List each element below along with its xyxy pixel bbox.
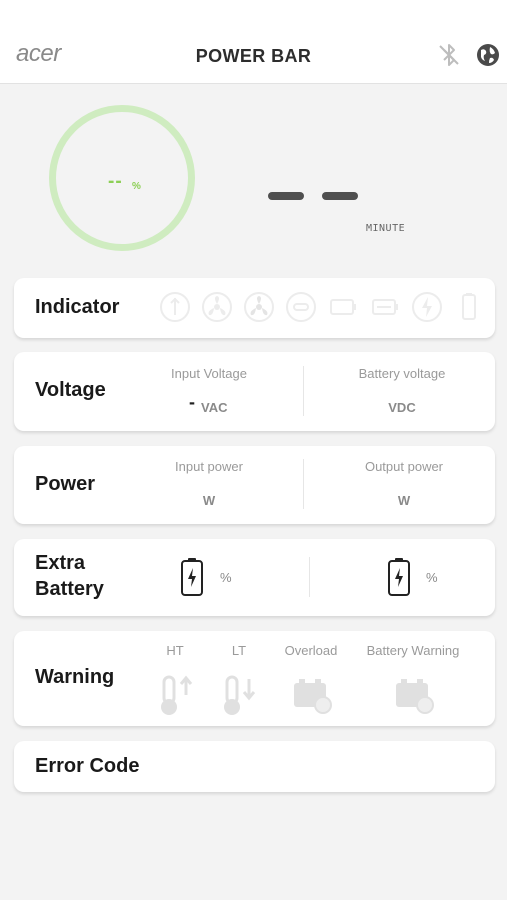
usb-c-icon xyxy=(286,292,316,322)
extra-battery-card: Extra Battery % % xyxy=(14,539,495,616)
fan-icon xyxy=(202,292,232,322)
cell-icon xyxy=(462,293,476,320)
warning-card: Warning HT LT Overload Battery Warning xyxy=(14,631,495,726)
battery2-percent-unit: % xyxy=(426,570,438,585)
usb-a-icon xyxy=(160,292,190,322)
battery-alt-icon xyxy=(372,299,398,315)
overload-label: Overload xyxy=(284,643,338,658)
overload-icon xyxy=(294,679,332,714)
voltage-card: Voltage Input Voltage - VAC Battery volt… xyxy=(14,352,495,431)
battery-voltage-unit: VDC xyxy=(388,400,416,415)
voltage-title: Voltage xyxy=(35,379,106,401)
error-code-card: Error Code xyxy=(14,741,495,792)
indicator-title: Indicator xyxy=(35,296,120,318)
power-divider xyxy=(303,459,304,509)
battery-warning-icon xyxy=(396,679,434,714)
output-power-unit: W xyxy=(397,493,411,508)
indicator-card: Indicator xyxy=(14,278,495,338)
globe-icon[interactable] xyxy=(475,42,501,68)
voltage-divider xyxy=(303,366,304,416)
battery-icon xyxy=(330,299,356,315)
extra-battery-title-line1: Extra xyxy=(35,552,86,574)
extra-battery-title-line2: Battery xyxy=(35,578,104,600)
battery1-percent-unit: % xyxy=(220,570,232,585)
warning-title: Warning xyxy=(35,666,115,688)
battery-percent-unit: % xyxy=(132,181,141,192)
app-header: acer POWER BAR xyxy=(0,0,507,84)
indicator-icons xyxy=(159,291,485,323)
battery-charging-icon xyxy=(181,558,203,596)
low-temperature-icon xyxy=(224,675,256,715)
battery-voltage-label: Battery voltage xyxy=(358,366,446,381)
minute-label: MINUTE xyxy=(366,223,406,234)
input-voltage-value: - xyxy=(189,392,195,412)
battery-charging-icon-2 xyxy=(388,558,410,596)
time-digit-2 xyxy=(322,192,358,200)
charge-icon xyxy=(412,292,442,322)
output-power-label: Output power xyxy=(364,459,444,474)
battery-percent-value: -- xyxy=(108,171,123,192)
battery-warning-label: Battery Warning xyxy=(366,643,460,658)
time-digit-1 xyxy=(268,192,304,200)
input-voltage-label: Input Voltage xyxy=(171,366,247,381)
input-voltage-unit: VAC xyxy=(201,400,228,415)
error-code-title: Error Code xyxy=(35,755,140,777)
ht-label: HT xyxy=(166,643,184,658)
fan-alt-icon xyxy=(244,292,274,322)
extra-battery-divider xyxy=(309,557,310,597)
power-title: Power xyxy=(35,473,96,495)
power-card: Power Input power W Output power W xyxy=(14,446,495,524)
input-power-unit: W xyxy=(202,493,216,508)
page-title: POWER BAR xyxy=(195,46,312,66)
status-panel: -- % MINUTE xyxy=(0,84,507,274)
input-power-label: Input power xyxy=(175,459,243,474)
high-temperature-icon xyxy=(161,675,193,715)
lt-label: LT xyxy=(231,643,247,658)
bluetooth-off-icon[interactable] xyxy=(436,42,462,68)
